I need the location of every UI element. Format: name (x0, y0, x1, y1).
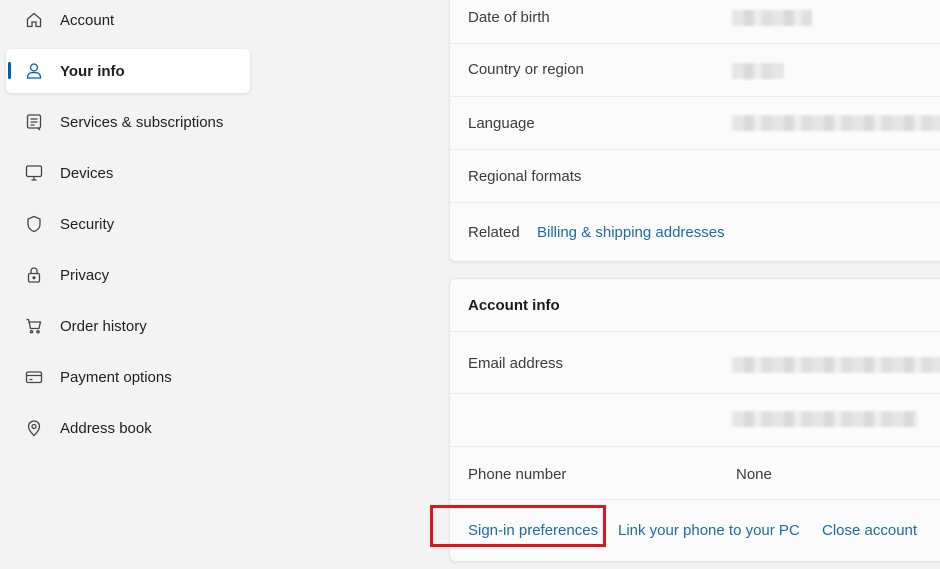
home-icon (23, 9, 45, 31)
subscriptions-icon (23, 111, 45, 133)
active-indicator (8, 62, 11, 79)
sidebar-item-security[interactable]: Security (6, 202, 250, 246)
account-info-title: Account info (468, 297, 560, 314)
redacted-value (732, 357, 940, 373)
email-secondary-row (450, 393, 940, 447)
sidebar-item-account[interactable]: Account (6, 0, 250, 42)
sidebar-item-label: Services & subscriptions (60, 113, 224, 131)
related-label: Related (468, 224, 520, 241)
account-links-row: Sign-in preferences Link your phone to y… (450, 499, 940, 561)
card-icon (23, 366, 45, 388)
sidebar-item-privacy[interactable]: Privacy (6, 253, 250, 297)
redacted-value (732, 63, 784, 79)
sign-in-preferences-link[interactable]: Sign-in preferences (468, 522, 598, 539)
language-label: Language (468, 115, 535, 132)
phone-value: None (736, 466, 772, 483)
sidebar-item-label: Your info (60, 62, 125, 80)
sidebar-item-payment-options[interactable]: Payment options (6, 355, 250, 399)
regional-formats-row: Regional formats (450, 149, 940, 203)
location-icon (23, 417, 45, 439)
sidebar-item-label: Payment options (60, 368, 172, 386)
sidebar-nav: Account Your info Services & subscriptio… (0, 0, 260, 569)
person-icon (23, 60, 45, 82)
close-account-link[interactable]: Close account (822, 522, 917, 539)
sidebar-item-devices[interactable]: Devices (6, 151, 250, 195)
link-phone-link[interactable]: Link your phone to your PC (618, 522, 800, 539)
sidebar-item-your-info[interactable]: Your info (6, 49, 250, 93)
regional-formats-label: Regional formats (468, 168, 582, 185)
shield-icon (23, 213, 45, 235)
country-row: Country or region (450, 43, 940, 97)
sidebar-item-label: Devices (60, 164, 114, 182)
billing-shipping-link[interactable]: Billing & shipping addresses (537, 224, 725, 241)
sidebar-item-label: Account (60, 11, 115, 29)
sidebar-item-label: Order history (60, 317, 147, 335)
related-row: Related Billing & shipping addresses (450, 202, 940, 261)
profile-info-card: Date of birth Country or region Language… (449, 0, 940, 262)
email-label: Email address (468, 355, 564, 372)
account-info-card: Account info Email address Phone number … (449, 278, 940, 562)
language-row: Language (450, 96, 940, 150)
email-row: Email address (450, 331, 940, 394)
sidebar-item-label: Address book (60, 419, 152, 437)
account-info-header: Account info (450, 279, 940, 332)
your-info-page: Account Your info Services & subscriptio… (0, 0, 940, 569)
monitor-icon (23, 162, 45, 184)
sidebar-item-label: Security (60, 215, 115, 233)
phone-row: Phone number None (450, 446, 940, 500)
redacted-value (732, 10, 812, 26)
redacted-value (732, 411, 918, 427)
phone-label: Phone number (468, 466, 567, 483)
sidebar-item-address-book[interactable]: Address book (6, 406, 250, 450)
date-of-birth-label: Date of birth (468, 9, 550, 26)
date-of-birth-row: Date of birth (450, 0, 940, 44)
sidebar-item-order-history[interactable]: Order history (6, 304, 250, 348)
cart-icon (23, 315, 45, 337)
redacted-value (732, 115, 940, 131)
country-label: Country or region (468, 61, 584, 78)
sidebar-item-services-subscriptions[interactable]: Services & subscriptions (6, 100, 250, 144)
lock-icon (23, 264, 45, 286)
sidebar-item-label: Privacy (60, 266, 110, 284)
